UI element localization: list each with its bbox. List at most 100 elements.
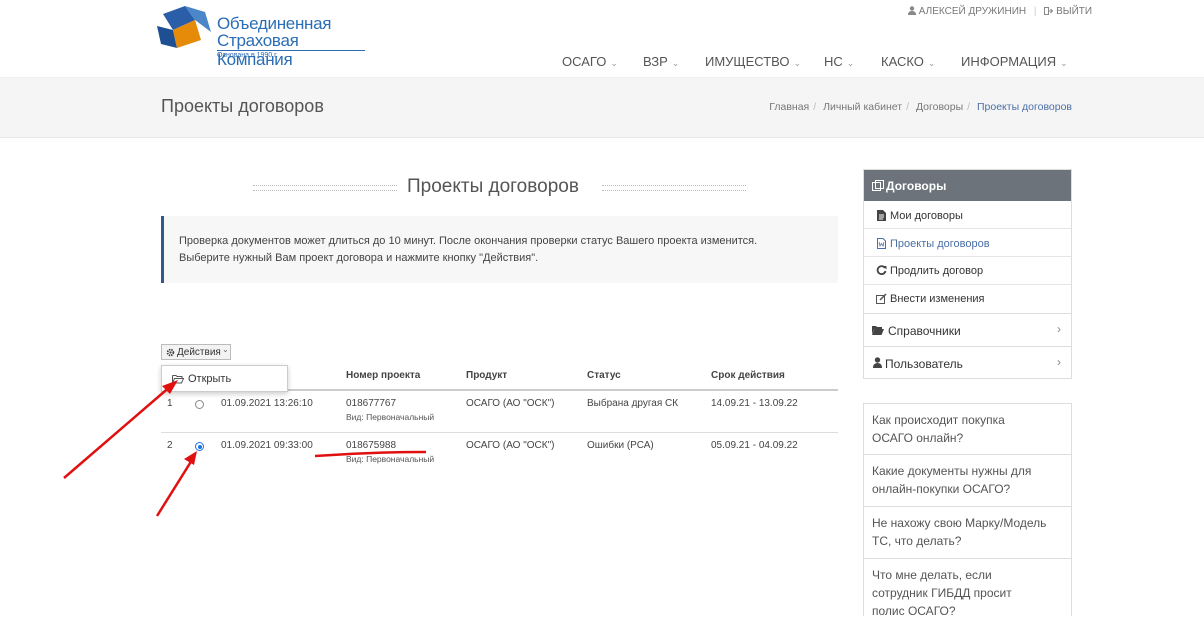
- breadcrumb-contracts[interactable]: Договоры: [916, 101, 963, 113]
- dropdown-item-label: Открыть: [188, 373, 232, 385]
- row-radio-selected[interactable]: [195, 442, 204, 451]
- faq-item[interactable]: Какие документы нужны для онлайн-покупки…: [864, 455, 1071, 507]
- row-date: 01.09.2021 13:26:10: [221, 398, 313, 409]
- section-title: Проекты договоров: [407, 176, 579, 197]
- row-radio[interactable]: [195, 400, 204, 409]
- chevron-right-icon: ›: [1057, 355, 1061, 369]
- row-status: Выбрана другая СК: [587, 398, 679, 409]
- faq-question: Что мне делать, если сотрудник ГИБДД про…: [872, 568, 1012, 617]
- sidebar-group-user[interactable]: Пользователь ›: [864, 346, 1071, 379]
- faq-item[interactable]: Не нахожу свою Марку/Модель ТС, что дела…: [864, 507, 1071, 559]
- document-icon: [877, 210, 886, 221]
- row-number: 018677767: [346, 398, 397, 409]
- chevron-down-icon: ⌄: [222, 345, 229, 354]
- chevron-down-icon: ⌄: [1060, 58, 1068, 68]
- dropdown-item-open[interactable]: Открыть: [162, 366, 287, 391]
- nav-label: КАСКО: [881, 54, 924, 69]
- info-line2: Выберите нужный Вам проект договора и на…: [179, 252, 539, 264]
- row-status: Ошибки (РСА): [587, 440, 654, 451]
- nav-label: ИМУЩЕСТВО: [705, 54, 790, 69]
- chevron-down-icon: ⌄: [846, 58, 855, 68]
- breadcrumb: Главная / Личный кабинет / Договоры / Проек…: [769, 101, 1072, 113]
- faq-item[interactable]: Как происходит покупка ОСАГО онлайн?: [864, 404, 1071, 455]
- chevron-down-icon: ⌄: [610, 58, 618, 68]
- sidebar-head-label: Договоры: [886, 179, 947, 193]
- sidebar-item-renew[interactable]: Продлить договор: [864, 257, 1071, 285]
- faq-question: Как происходит покупка ОСАГО онлайн?: [872, 413, 1005, 445]
- user-icon: [908, 6, 916, 15]
- info-line1: Проверка документов может длиться до 10 …: [179, 235, 758, 247]
- row-date: 01.09.2021 09:33:00: [221, 440, 313, 451]
- folder-icon: [872, 326, 884, 335]
- nav-item-osago[interactable]: ОСАГО ⌄: [562, 54, 618, 69]
- table-row[interactable]: 1 01.09.2021 13:26:10 018677767 Вид: Пер…: [161, 391, 838, 432]
- actions-label: Действия: [177, 347, 221, 358]
- col-header-product: Продукт: [466, 370, 508, 381]
- annotation-arrow-1: [63, 384, 173, 479]
- user-icon: [873, 357, 882, 368]
- chevron-down-icon: ⌄: [793, 58, 802, 68]
- breadcrumb-home[interactable]: Главная: [769, 101, 809, 113]
- table-row[interactable]: 2 01.09.2021 09:33:00 018675988 Вид: Пер…: [161, 433, 838, 474]
- row-product: ОСАГО (АО "ОСК"): [466, 440, 555, 451]
- heading-divider-left: [253, 185, 397, 191]
- faq-question: Не нахожу свою Марку/Модель ТС, что дела…: [872, 516, 1047, 548]
- logo-emblem-icon: [157, 6, 211, 48]
- edit-icon: [876, 293, 887, 304]
- logout-link[interactable]: ВЫЙТИ: [1044, 6, 1092, 17]
- row-product: ОСАГО (АО "ОСК"): [466, 398, 555, 409]
- breadcrumb-current: Проекты договоров: [976, 101, 1072, 113]
- nav-item-property[interactable]: ИМУЩЕСТВО ⌄: [705, 54, 801, 69]
- nav-item-ns[interactable]: НС ⌄: [824, 54, 854, 69]
- nav-label: НС: [824, 54, 843, 69]
- row-period: 14.09.21 - 13.09.22: [711, 398, 798, 409]
- faq-question: Какие документы нужны для онлайн-покупки…: [872, 464, 1032, 496]
- nav-item-vzr[interactable]: ВЗР ⌄: [643, 54, 679, 69]
- word-file-icon: [877, 238, 886, 249]
- col-header-period: Срок действия: [711, 370, 785, 381]
- row-kind: Вид: Первоначальный: [346, 412, 435, 422]
- faq-item[interactable]: Что мне делать, если сотрудник ГИБДД про…: [864, 559, 1071, 617]
- main-nav: ОСАГО ⌄ ВЗР ⌄ ИМУЩЕСТВО ⌄ НС ⌄ КАСКО ⌄ ИНФОРМ…: [0, 54, 1204, 70]
- user-name: АЛЕКСЕЙ ДРУЖИНИН: [918, 6, 1027, 17]
- user-bar: АЛЕКСЕЙ ДРУЖИНИН | ВЫЙТИ: [908, 6, 1092, 17]
- gear-icon: [166, 348, 175, 357]
- nav-label: ВЗР: [643, 54, 668, 69]
- sidebar-menu: Договоры Мои договоры Проекты договоров …: [863, 169, 1072, 379]
- sidebar-head[interactable]: Договоры: [864, 170, 1071, 201]
- sidebar-group-label: Справочники: [888, 324, 961, 338]
- chevron-down-icon: ⌄: [927, 58, 936, 68]
- breadcrumb-cabinet[interactable]: Личный кабинет: [823, 101, 902, 113]
- chevron-down-icon: ⌄: [671, 58, 680, 68]
- actions-button[interactable]: Действия ⌄: [161, 344, 231, 360]
- user-link[interactable]: АЛЕКСЕЙ ДРУЖИНИН: [908, 6, 1029, 17]
- refresh-icon: [876, 265, 887, 275]
- sidebar-item-my-contracts[interactable]: Мои договоры: [864, 201, 1071, 229]
- page-title: Проекты договоров: [161, 96, 324, 116]
- sidebar-item-label: Продлить договор: [890, 265, 984, 277]
- sidebar-item-edit[interactable]: Внести изменения: [864, 285, 1071, 313]
- row-kind: Вид: Первоначальный: [346, 454, 435, 464]
- col-header-number: Номер проекта: [346, 370, 421, 381]
- sidebar-item-label: Проекты договоров: [890, 238, 990, 250]
- contracts-icon: [872, 180, 884, 191]
- sidebar-item-draft-contracts[interactable]: Проекты договоров: [864, 229, 1071, 257]
- sidebar-group-references[interactable]: Справочники ›: [864, 313, 1071, 346]
- sidebar-item-label: Мои договоры: [890, 210, 963, 222]
- folder-open-icon: [172, 375, 184, 384]
- sidebar-group-label: Пользователь: [885, 357, 963, 371]
- info-notice: Проверка документов может длиться до 10 …: [161, 216, 838, 283]
- actions-dropdown: Открыть: [161, 365, 288, 392]
- faq-list: Как происходит покупка ОСАГО онлайн? Как…: [863, 403, 1072, 617]
- row-number: 018675988: [346, 440, 397, 451]
- logout-icon: [1044, 7, 1054, 15]
- row-index: 2: [167, 440, 173, 451]
- nav-label: ИНФОРМАЦИЯ: [961, 54, 1057, 69]
- nav-label: ОСАГО: [562, 54, 607, 69]
- sidebar-item-label: Внести изменения: [890, 293, 985, 305]
- row-index: 1: [167, 398, 173, 409]
- nav-item-info[interactable]: ИНФОРМАЦИЯ ⌄: [961, 54, 1068, 69]
- nav-item-kasko[interactable]: КАСКО ⌄: [881, 54, 935, 69]
- row-period: 05.09.21 - 04.09.22: [711, 440, 798, 451]
- heading-divider-right: [602, 185, 746, 191]
